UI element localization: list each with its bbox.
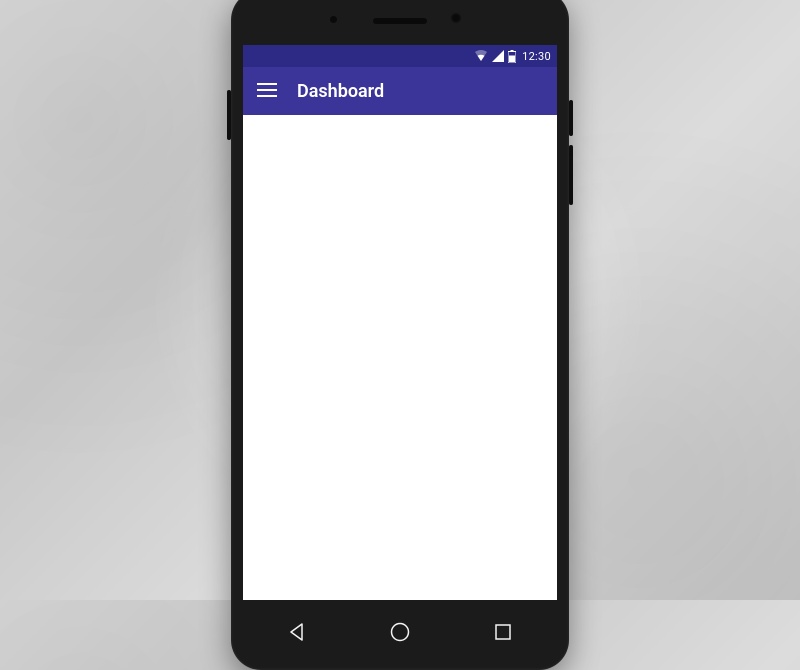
phone-camera xyxy=(450,12,462,24)
status-bar: 12:30 xyxy=(243,45,557,67)
phone-speaker xyxy=(373,18,427,24)
triangle-back-icon xyxy=(287,622,307,646)
circle-home-icon xyxy=(389,621,411,647)
nav-home-button[interactable] xyxy=(378,612,422,656)
content-area xyxy=(243,115,557,600)
square-recent-icon xyxy=(493,622,513,646)
phone-power-button xyxy=(569,100,573,136)
phone-side-button xyxy=(227,90,231,140)
app-bar: Dashboard xyxy=(243,67,557,115)
system-nav-bar xyxy=(245,612,555,656)
nav-back-button[interactable] xyxy=(275,612,319,656)
phone-volume-button xyxy=(569,145,573,205)
wifi-icon xyxy=(474,50,488,62)
nav-recent-button[interactable] xyxy=(481,612,525,656)
status-clock: 12:30 xyxy=(522,50,551,63)
battery-icon xyxy=(508,50,516,63)
hamburger-menu-button[interactable] xyxy=(257,81,277,101)
page-title: Dashboard xyxy=(297,81,384,102)
phone-frame: 12:30 Dashboard xyxy=(231,0,569,670)
hamburger-icon xyxy=(257,82,277,101)
screen: 12:30 Dashboard xyxy=(243,45,557,600)
phone-sensor xyxy=(330,16,337,23)
signal-icon xyxy=(492,50,504,62)
